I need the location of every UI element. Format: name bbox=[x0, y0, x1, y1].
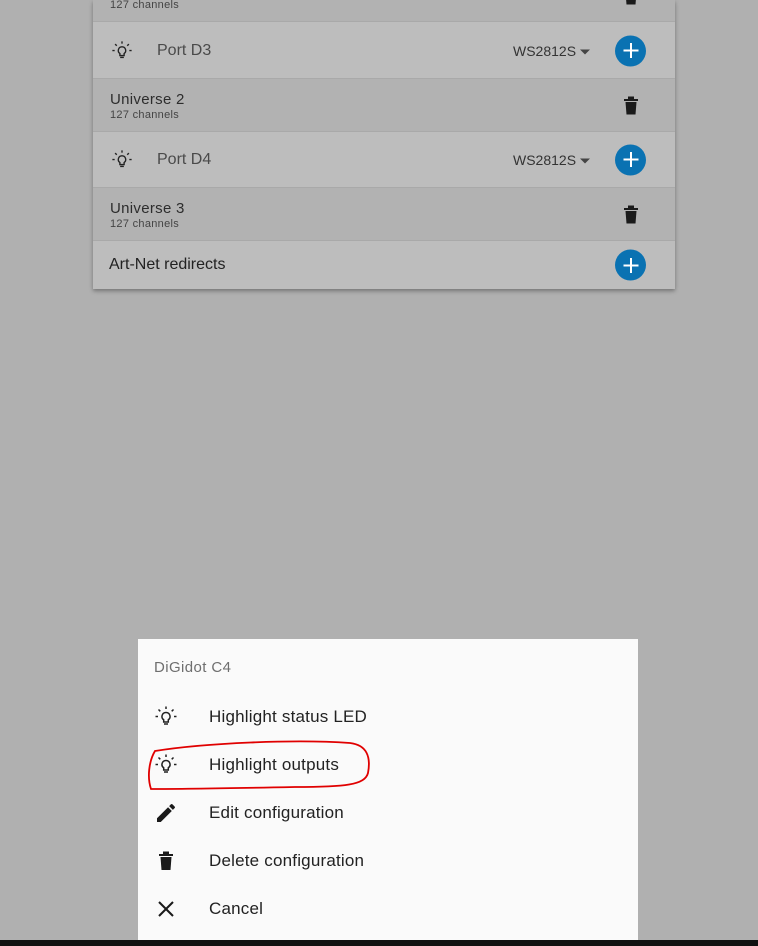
menu-item-label: Highlight status LED bbox=[209, 707, 368, 726]
menu-item-label: Cancel bbox=[209, 899, 264, 918]
menu-item-label: Highlight outputs bbox=[209, 755, 340, 774]
universe-row[interactable]: Universe 2 127 channels bbox=[93, 79, 675, 132]
lightbulb-icon[interactable] bbox=[111, 149, 133, 171]
universe-channels: 127 channels bbox=[110, 109, 180, 121]
universe-row[interactable]: Universe 3 127 channels bbox=[93, 188, 675, 241]
sheet-title: DiGidot C4 bbox=[154, 659, 232, 676]
add-redirect-button[interactable] bbox=[615, 249, 646, 281]
pencil-icon bbox=[157, 803, 176, 822]
port-row-d3: Port D3 WS2812S bbox=[93, 23, 675, 79]
menu-item-label: Edit configuration bbox=[209, 803, 344, 822]
artnet-redirects-row: Art-Net redirects bbox=[93, 241, 675, 289]
chevron-down-icon[interactable] bbox=[580, 158, 590, 163]
lightbulb-icon bbox=[155, 706, 177, 725]
artnet-redirects-label: Art-Net redirects bbox=[109, 256, 226, 273]
universe-title: Universe 3 bbox=[110, 200, 185, 217]
trash-icon[interactable] bbox=[623, 0, 639, 5]
port-label: Port D4 bbox=[157, 150, 212, 168]
menu-item-label: Delete configuration bbox=[209, 851, 365, 870]
port-label: Port D3 bbox=[157, 41, 212, 59]
universe-row[interactable]: 127 channels bbox=[93, 0, 675, 22]
chevron-down-icon[interactable] bbox=[580, 49, 590, 54]
led-type-select[interactable]: WS2812S bbox=[513, 43, 576, 59]
lightbulb-icon bbox=[155, 754, 177, 773]
port-row-d4: Port D4 WS2812S bbox=[93, 132, 675, 188]
led-type-select[interactable]: WS2812S bbox=[513, 152, 576, 168]
port-configuration-card: 127 channels Port D3 WS2812S Universe 2 … bbox=[93, 0, 675, 289]
universe-title: Universe 2 bbox=[110, 91, 185, 108]
action-bottom-sheet: DiGidot C4 Highlight status LED Highligh… bbox=[138, 639, 638, 946]
menu-item-delete-configuration[interactable]: Delete configuration bbox=[138, 837, 638, 885]
add-universe-button[interactable] bbox=[615, 35, 646, 66]
close-icon bbox=[158, 901, 174, 917]
menu-item-cancel[interactable]: Cancel bbox=[138, 885, 638, 933]
trash-icon[interactable] bbox=[623, 95, 639, 115]
universe-channels: 127 channels bbox=[110, 0, 180, 11]
trash-icon bbox=[159, 851, 173, 870]
menu-item-highlight-outputs[interactable]: Highlight outputs bbox=[138, 741, 638, 789]
menu-item-highlight-status-led[interactable]: Highlight status LED bbox=[138, 693, 638, 741]
lightbulb-icon[interactable] bbox=[111, 40, 133, 62]
add-universe-button[interactable] bbox=[615, 144, 646, 175]
trash-icon[interactable] bbox=[623, 204, 639, 224]
menu-item-edit-configuration[interactable]: Edit configuration bbox=[138, 789, 638, 837]
universe-channels: 127 channels bbox=[110, 218, 180, 230]
bottom-edge-bar bbox=[0, 940, 758, 946]
